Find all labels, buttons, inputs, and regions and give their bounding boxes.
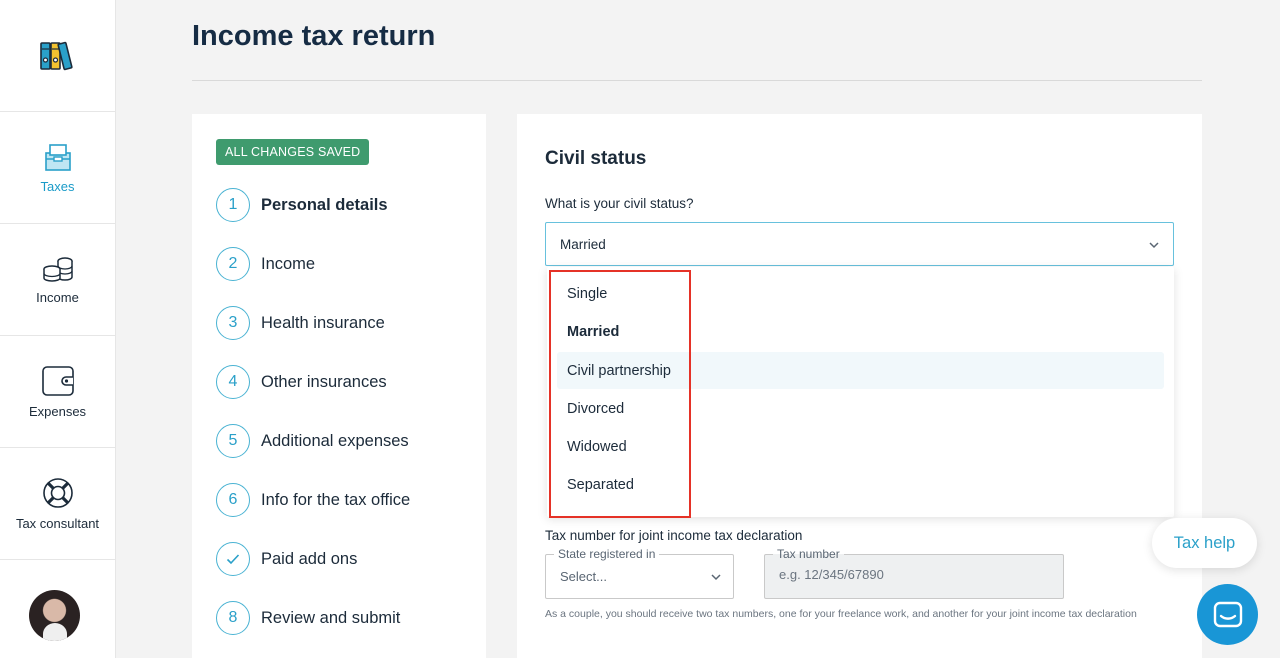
chat-icon (1213, 601, 1242, 627)
chevron-down-icon (1149, 242, 1159, 249)
taxes-box-icon (44, 144, 71, 171)
step-number: 5 (216, 424, 250, 458)
step-number: 4 (216, 365, 250, 399)
page-title: Income tax return (192, 20, 436, 52)
civil-status-question: What is your civil status? (545, 196, 694, 211)
step-review-submit[interactable]: 8 Review and submit (216, 601, 400, 635)
step-label: Income (261, 254, 316, 273)
tax-number-legend: Tax number (773, 547, 844, 561)
tax-number-field: Tax number (764, 547, 1064, 599)
nav-item-tax-consultant[interactable]: Tax consultant (0, 448, 115, 560)
step-number: 8 (216, 601, 250, 635)
option-divorced[interactable]: Divorced (557, 390, 1164, 427)
left-navigation: Taxes Income Expenses Tax consultant (0, 0, 116, 658)
step-number: 1 (216, 188, 250, 222)
step-info-tax-office[interactable]: 6 Info for the tax office (216, 483, 410, 517)
header-divider (192, 80, 1202, 81)
option-married[interactable]: Married (557, 313, 1164, 350)
step-label: Paid add ons (261, 549, 358, 568)
step-paid-add-ons[interactable]: Paid add ons (216, 542, 357, 576)
nav-label-income: Income (36, 290, 79, 305)
lifebuoy-icon (42, 478, 73, 508)
step-label: Info for the tax office (261, 490, 411, 509)
wallet-icon (41, 366, 74, 396)
step-number: 2 (216, 247, 250, 281)
checkmark-icon (226, 554, 240, 565)
tax-number-input[interactable] (779, 567, 1049, 582)
user-avatar[interactable] (29, 590, 80, 641)
state-value: Select... (560, 569, 607, 584)
tax-number-hint: As a couple, you should receive two tax … (545, 608, 1137, 620)
civil-status-form: Civil status What is your civil status? … (517, 114, 1202, 658)
steps-panel: ALL CHANGES SAVED 1 Personal details 2 I… (192, 114, 486, 658)
status-badge: ALL CHANGES SAVED (216, 139, 370, 165)
step-label: Additional expenses (261, 431, 409, 450)
option-separated[interactable]: Separated (557, 466, 1164, 503)
option-single[interactable]: Single (557, 275, 1164, 312)
nav-label-taxes: Taxes (40, 179, 75, 194)
nav-label-tax-consultant: Tax consultant (15, 516, 100, 531)
state-select[interactable]: State registered in Select... (545, 547, 734, 599)
nav-item-taxes[interactable]: Taxes (0, 112, 115, 224)
nav-item-income[interactable]: Income (0, 224, 115, 336)
step-checkmark (216, 542, 250, 576)
step-additional-expenses[interactable]: 5 Additional expenses (216, 424, 409, 458)
civil-status-dropdown: Single Married Civil partnership Divorce… (547, 267, 1174, 518)
step-personal-details[interactable]: 1 Personal details (216, 188, 388, 222)
tax-number-label: Tax number for joint income tax declarat… (545, 528, 803, 543)
section-title: Civil status (545, 148, 647, 169)
nav-label-expenses: Expenses (28, 404, 87, 419)
step-number: 6 (216, 483, 250, 517)
step-number: 3 (216, 306, 250, 340)
step-label: Personal details (261, 195, 388, 214)
step-label: Other insurances (261, 372, 387, 391)
coins-icon (42, 257, 73, 282)
step-label: Health insurance (261, 313, 385, 332)
chevron-down-icon (711, 574, 721, 581)
tax-help-button[interactable]: Tax help (1152, 518, 1257, 568)
state-legend: State registered in (554, 547, 660, 561)
option-civil-partnership[interactable]: Civil partnership (557, 352, 1164, 389)
civil-status-value: Married (560, 236, 606, 252)
option-widowed[interactable]: Widowed (557, 428, 1164, 465)
step-income[interactable]: 2 Income (216, 247, 315, 281)
app-logo[interactable] (0, 0, 115, 112)
step-label: Review and submit (261, 608, 401, 627)
nav-item-expenses[interactable]: Expenses (0, 336, 115, 448)
binders-logo-icon (39, 41, 73, 70)
step-other-insurances[interactable]: 4 Other insurances (216, 365, 387, 399)
chat-button[interactable] (1197, 584, 1258, 645)
civil-status-select[interactable]: Married (545, 222, 1174, 266)
step-health-insurance[interactable]: 3 Health insurance (216, 306, 385, 340)
